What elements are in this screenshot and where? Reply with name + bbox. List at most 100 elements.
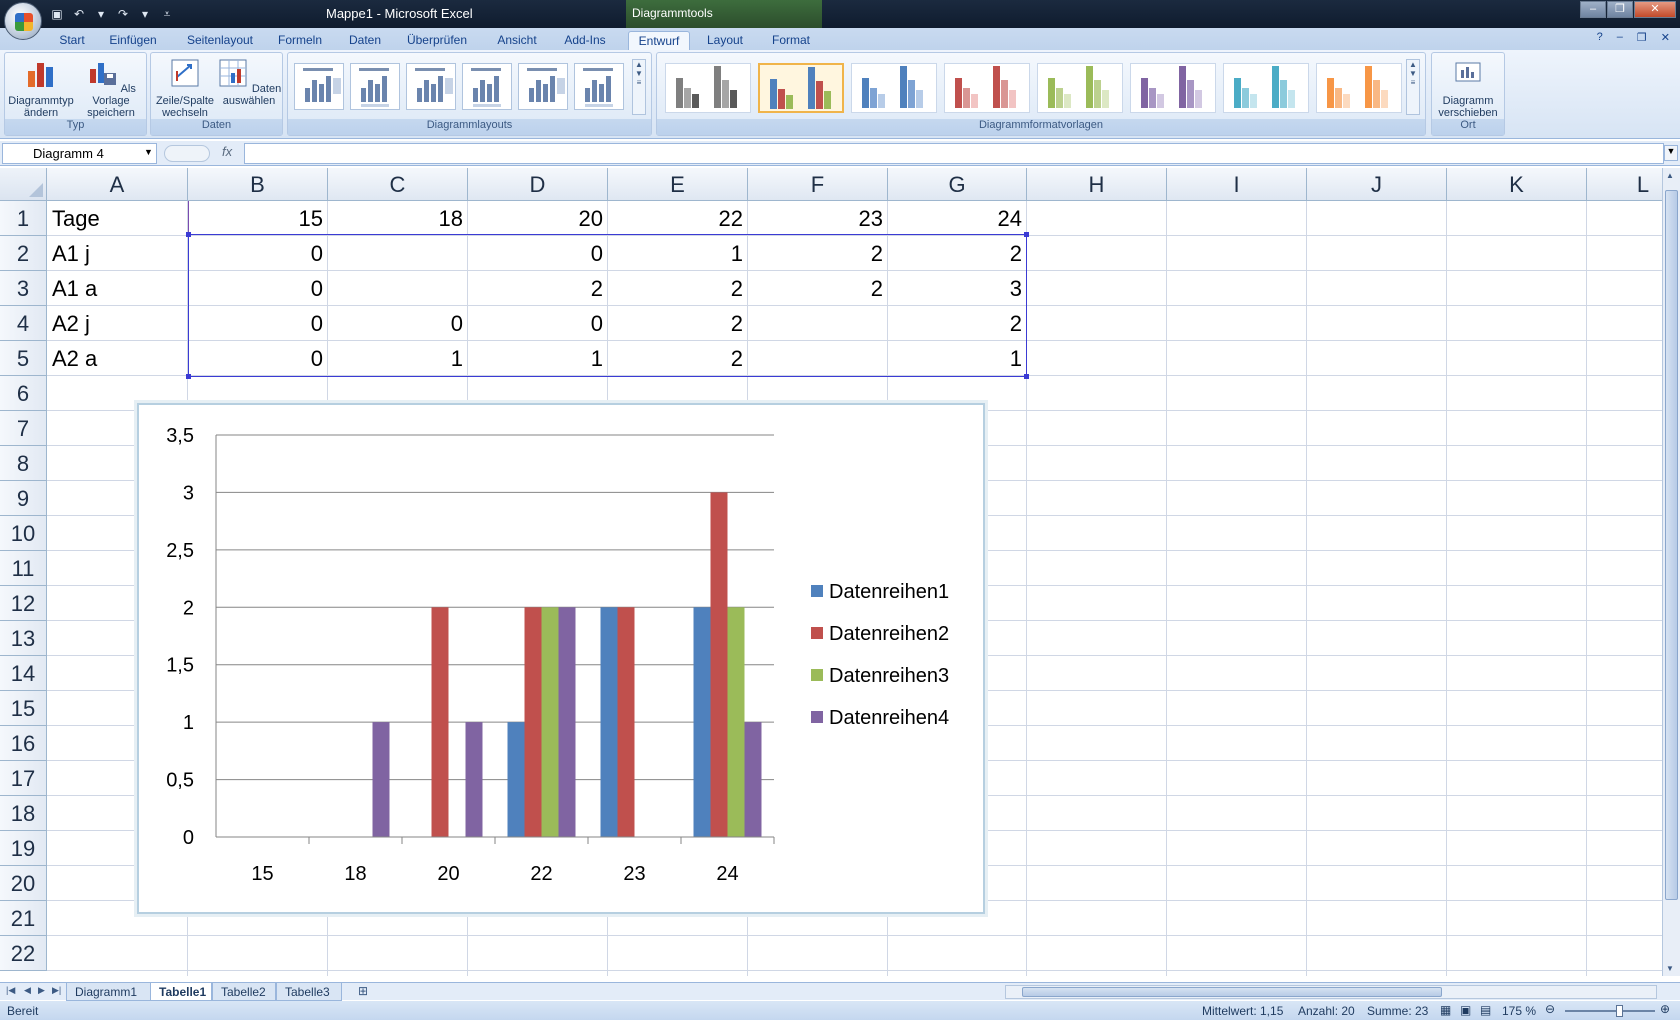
save-icon[interactable]: ▣ bbox=[48, 5, 66, 23]
column-header-c[interactable]: C bbox=[328, 168, 468, 201]
customize-qat-icon[interactable]: ⩡ bbox=[158, 5, 176, 23]
chart-layout-option[interactable] bbox=[406, 63, 456, 110]
row-header-7[interactable]: 7 bbox=[0, 411, 47, 446]
cell-e1[interactable]: 22 bbox=[608, 201, 748, 236]
tab-ansicht[interactable]: Ansicht bbox=[494, 31, 540, 50]
horizontal-scroll-thumb[interactable] bbox=[1022, 987, 1442, 997]
chart-style-option[interactable] bbox=[665, 63, 751, 113]
tab-formeln[interactable]: Formeln bbox=[277, 31, 323, 50]
range-handle[interactable] bbox=[186, 374, 191, 379]
zoom-out-icon[interactable]: ⊖ bbox=[1545, 1002, 1555, 1016]
row-header-3[interactable]: 3 bbox=[0, 271, 47, 306]
office-button[interactable] bbox=[4, 2, 42, 40]
cell-a2[interactable]: A1 j bbox=[47, 236, 188, 271]
workbook-restore-icon[interactable]: ❐ bbox=[1637, 31, 1647, 44]
sheet-tab-tabelle2[interactable]: Tabelle2 bbox=[212, 983, 276, 1001]
cell-c1[interactable]: 18 bbox=[328, 201, 468, 236]
tab-einfügen[interactable]: Einfügen bbox=[106, 31, 160, 50]
move-chart-button[interactable]: Diagramm verschieben bbox=[1434, 57, 1502, 119]
insert-function-icon[interactable]: fx bbox=[222, 144, 232, 159]
row-header-11[interactable]: 11 bbox=[0, 551, 47, 586]
last-sheet-icon[interactable]: ▶| bbox=[52, 985, 61, 996]
tab-entwurf[interactable]: Entwurf bbox=[628, 31, 690, 50]
row-header-13[interactable]: 13 bbox=[0, 621, 47, 656]
column-header-h[interactable]: H bbox=[1027, 168, 1167, 201]
vertical-scroll-thumb[interactable] bbox=[1665, 190, 1678, 900]
name-box-dropdown-icon[interactable]: ▼ bbox=[144, 147, 153, 157]
sheet-tab-diagramm1[interactable]: Diagramm1 bbox=[66, 983, 152, 1001]
chart-layout-option[interactable] bbox=[462, 63, 512, 110]
column-header-e[interactable]: E bbox=[608, 168, 748, 201]
column-header-a[interactable]: A bbox=[47, 168, 188, 201]
vertical-scrollbar[interactable]: ▲ ▼ bbox=[1662, 168, 1680, 976]
row-header-2[interactable]: 2 bbox=[0, 236, 47, 271]
zoom-slider-knob[interactable] bbox=[1616, 1005, 1623, 1017]
chart-style-option[interactable] bbox=[1037, 63, 1123, 113]
workbook-minimize-icon[interactable]: – bbox=[1617, 31, 1623, 44]
cell-a3[interactable]: A1 a bbox=[47, 271, 188, 306]
chart-style-option[interactable] bbox=[944, 63, 1030, 113]
cell-a1[interactable]: Tage bbox=[47, 201, 188, 236]
chart-style-option[interactable] bbox=[851, 63, 937, 113]
row-header-10[interactable]: 10 bbox=[0, 516, 47, 551]
bar-datenreihen2-22[interactable] bbox=[524, 607, 542, 837]
bar-datenreihen3-22[interactable] bbox=[541, 607, 559, 837]
select-all-corner[interactable] bbox=[0, 168, 47, 201]
row-header-1[interactable]: 1 bbox=[0, 201, 47, 236]
chart-style-option[interactable] bbox=[1316, 63, 1402, 113]
row-header-16[interactable]: 16 bbox=[0, 726, 47, 761]
formula-input[interactable] bbox=[244, 143, 1664, 164]
insert-sheet-icon[interactable]: ⊞ bbox=[358, 984, 368, 998]
column-header-g[interactable]: G bbox=[888, 168, 1027, 201]
column-header-d[interactable]: D bbox=[468, 168, 608, 201]
bar-datenreihen4-24[interactable] bbox=[744, 722, 762, 837]
bar-datenreihen3-24[interactable] bbox=[727, 607, 745, 837]
scroll-up-icon[interactable]: ▲ bbox=[1666, 171, 1674, 180]
tab-add-ins[interactable]: Add-Ins bbox=[562, 31, 608, 50]
range-handle[interactable] bbox=[1024, 232, 1029, 237]
switch-row-column-button[interactable]: Zeile/Spalte wechseln bbox=[151, 57, 219, 119]
row-header-5[interactable]: 5 bbox=[0, 341, 47, 376]
cell-a5[interactable]: A2 a bbox=[47, 341, 188, 376]
column-header-k[interactable]: K bbox=[1447, 168, 1587, 201]
cell-d1[interactable]: 20 bbox=[468, 201, 608, 236]
bar-datenreihen2-20[interactable] bbox=[431, 607, 449, 837]
column-header-f[interactable]: F bbox=[748, 168, 888, 201]
bar-datenreihen1-23[interactable] bbox=[600, 607, 618, 837]
tab-layout[interactable]: Layout bbox=[705, 31, 745, 50]
help-icon[interactable]: ? bbox=[1597, 31, 1603, 44]
row-header-4[interactable]: 4 bbox=[0, 306, 47, 341]
redo-icon[interactable]: ↷ bbox=[114, 5, 132, 23]
legend-entry[interactable]: Datenreihen3 bbox=[829, 665, 949, 687]
chart-layout-option[interactable] bbox=[350, 63, 400, 110]
tab-format[interactable]: Format bbox=[769, 31, 813, 50]
bar-datenreihen1-24[interactable] bbox=[693, 607, 711, 837]
change-chart-type-button[interactable]: Diagrammtyp ändern bbox=[7, 57, 75, 119]
first-sheet-icon[interactable]: |◀ bbox=[6, 985, 15, 996]
row-header-17[interactable]: 17 bbox=[0, 761, 47, 796]
row-header-22[interactable]: 22 bbox=[0, 936, 47, 971]
chart-style-option[interactable] bbox=[1223, 63, 1309, 113]
select-data-button[interactable]: Daten auswählen bbox=[215, 57, 283, 107]
bar-datenreihen1-22[interactable] bbox=[507, 722, 525, 837]
row-header-20[interactable]: 20 bbox=[0, 866, 47, 901]
zoom-level[interactable]: 175 % bbox=[1502, 1004, 1536, 1018]
row-header-15[interactable]: 15 bbox=[0, 691, 47, 726]
range-handle[interactable] bbox=[186, 232, 191, 237]
chart-layout-option[interactable] bbox=[574, 63, 624, 110]
chart-layout-option[interactable] bbox=[294, 63, 344, 110]
row-header-14[interactable]: 14 bbox=[0, 656, 47, 691]
bar-datenreihen4-22[interactable] bbox=[558, 607, 576, 837]
formula-bar-handle[interactable] bbox=[164, 145, 210, 162]
name-box[interactable]: Diagramm 4 bbox=[2, 143, 157, 164]
row-header-18[interactable]: 18 bbox=[0, 796, 47, 831]
embedded-chart[interactable]: 0 0,5 1 1,5 2 2,5 3 3,5 15 18 20 22 23 24 Datenreihen1… bbox=[137, 403, 985, 914]
chart-layout-option[interactable] bbox=[518, 63, 568, 110]
column-header-l[interactable]: L bbox=[1587, 168, 1662, 201]
column-header-b[interactable]: B bbox=[188, 168, 328, 201]
workbook-close-icon[interactable]: ✕ bbox=[1661, 31, 1670, 44]
row-header-6[interactable]: 6 bbox=[0, 376, 47, 411]
bar-datenreihen4-20[interactable] bbox=[465, 722, 483, 837]
page-break-view-icon[interactable]: ▤ bbox=[1480, 1003, 1491, 1017]
tab-seitenlayout[interactable]: Seitenlayout bbox=[184, 31, 256, 50]
